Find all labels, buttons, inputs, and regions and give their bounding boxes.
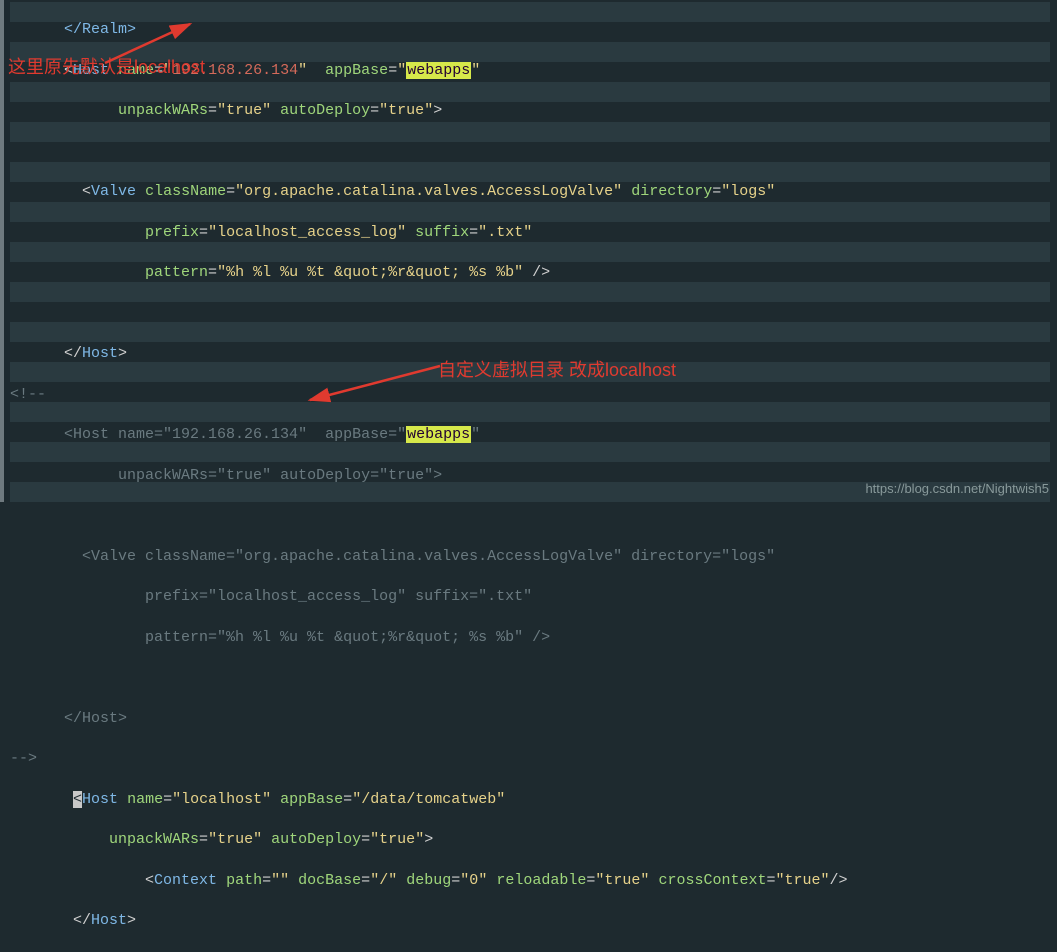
code-line: unpackWARs="true" autoDeploy="true"> xyxy=(10,830,1057,850)
code-line-comment: prefix="localhost_access_log" suffix=".t… xyxy=(10,587,1057,607)
code-line-blank xyxy=(10,142,1057,162)
code-line-comment: </Host> xyxy=(10,709,1057,729)
code-line-comment: pattern="%h %l %u %t &quot;%r&quot; %s %… xyxy=(10,628,1057,648)
cursor-icon: < xyxy=(73,791,82,808)
code-line-comment-end: --> xyxy=(10,749,1057,769)
highlight-webapps: webapps xyxy=(406,426,471,443)
code-line-blank xyxy=(10,304,1057,324)
code-line-blank xyxy=(10,668,1057,688)
annotation-mid: 自定义虚拟目录 改成localhost xyxy=(438,358,676,382)
code-line-comment: <Host name="192.168.26.134" appBase="web… xyxy=(10,425,1057,445)
code-line-valve: <Valve className="org.apache.catalina.va… xyxy=(10,182,1057,202)
code-line: </Realm> xyxy=(10,20,1057,40)
code-line: unpackWARs="true" autoDeploy="true"> xyxy=(10,101,1057,121)
code-line-host-localhost: <Host name="localhost" appBase="/data/to… xyxy=(10,790,1057,810)
code-line-comment: unpackWARs="true" autoDeploy="true"> xyxy=(10,466,1057,486)
code-line: pattern="%h %l %u %t &quot;%r&quot; %s %… xyxy=(10,263,1057,283)
code-line-host-close: </Host> xyxy=(10,911,1057,931)
code-line-comment-start: <!-- xyxy=(10,385,1057,405)
code-line-blank xyxy=(10,506,1057,526)
closing-tag: </Realm> xyxy=(64,21,136,38)
annotation-top: 这里原先默认是localhost xyxy=(8,55,205,79)
highlight-webapps: webapps xyxy=(406,62,471,79)
code-line-comment: <Valve className="org.apache.catalina.va… xyxy=(10,547,1057,567)
code-line: prefix="localhost_access_log" suffix=".t… xyxy=(10,223,1057,243)
code-line-context: <Context path="" docBase="/" debug="0" r… xyxy=(10,871,1057,891)
